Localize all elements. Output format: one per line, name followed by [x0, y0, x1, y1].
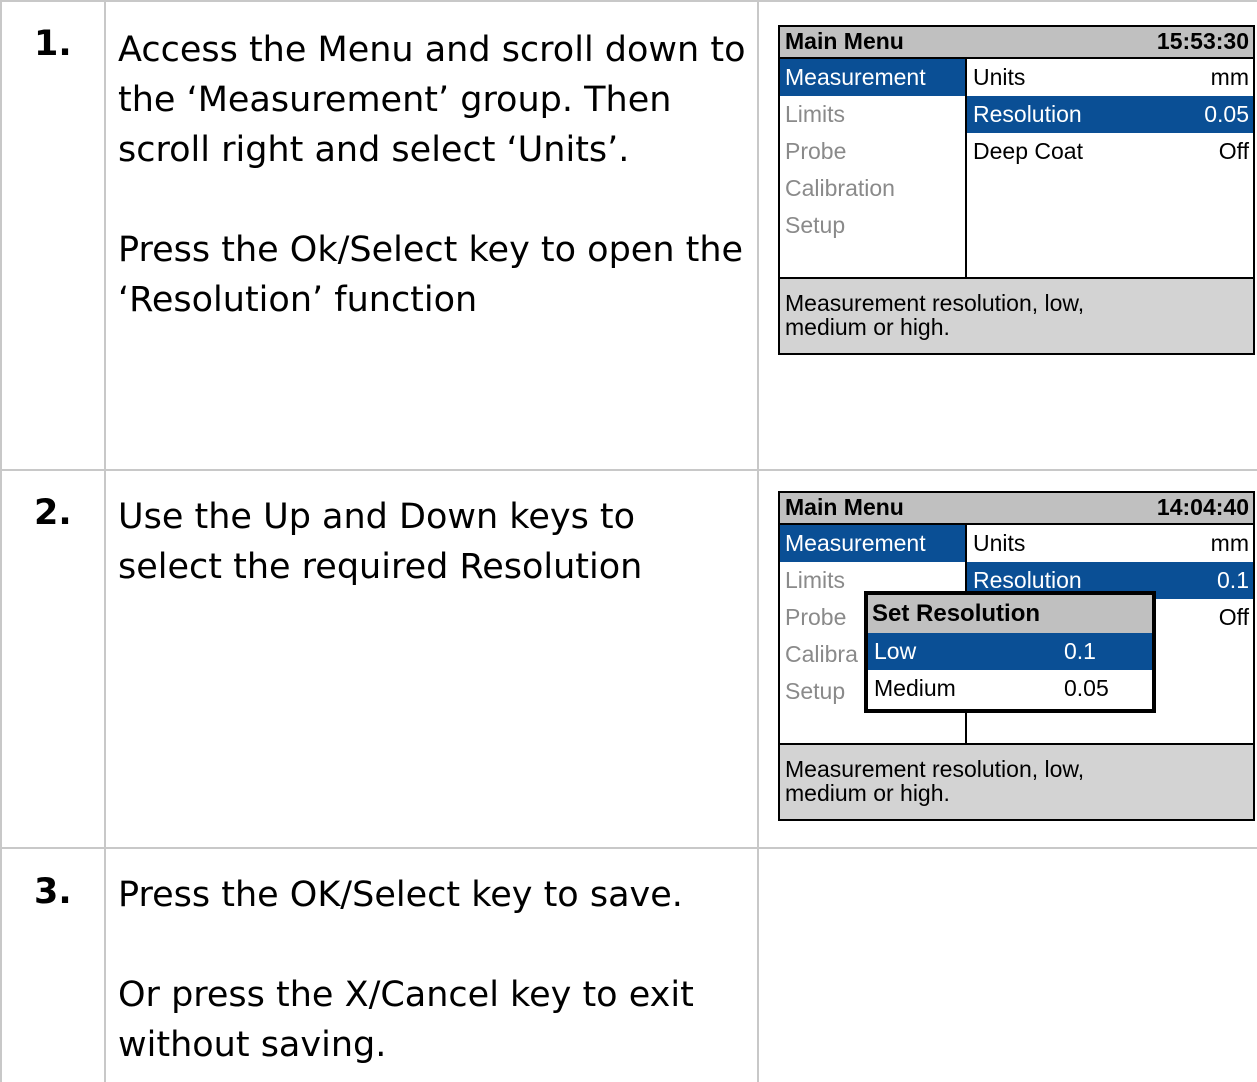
- screen-clock: 14:04:40: [1156, 494, 1249, 520]
- help-text-area: Measurement resolution, low, medium or h…: [780, 743, 1253, 819]
- help-text-line-2: medium or high.: [785, 314, 950, 340]
- menu-item-label: Units: [973, 530, 1026, 556]
- set-resolution-dialog: Set Resolution Low 0.1 Medium 0.05: [864, 591, 1156, 713]
- table-border-row2: [0, 847, 1257, 849]
- step-number-2: 2.: [34, 493, 72, 533]
- step-number-1: 1.: [34, 24, 72, 64]
- step-number-3: 3.: [34, 872, 72, 912]
- table-border-col2: [757, 0, 759, 1082]
- menu-item-label: Resolution: [973, 567, 1082, 593]
- help-text-line-1: Measurement resolution, low,: [785, 290, 1085, 316]
- menu-group-list: Measurement Limits Probe Calibration Set…: [780, 59, 966, 283]
- screen-title-bar: Main Menu 14:04:40: [780, 493, 1253, 525]
- step-1-paragraph-2: Press the Ok/Select key to open the ‘Res…: [118, 230, 744, 320]
- menu-item-label: Resolution: [973, 101, 1082, 127]
- menu-item-value: Off: [1218, 138, 1249, 164]
- option-value: 0.1: [1064, 638, 1096, 664]
- table-border-left: [0, 0, 2, 1082]
- menu-group-calibration[interactable]: Calibration: [780, 170, 966, 207]
- help-text-area: Measurement resolution, low, medium or h…: [780, 277, 1253, 353]
- menu-item-value: mm: [1210, 530, 1249, 556]
- option-label: Medium: [874, 675, 956, 701]
- option-label: Low: [874, 638, 917, 664]
- menu-item-label: Units: [973, 64, 1026, 90]
- step-2-paragraph-1: Use the Up and Down keys to select the r…: [118, 497, 643, 587]
- step-1-text: Access the Menu and scroll down to the ‘…: [118, 25, 746, 325]
- menu-item-value: mm: [1210, 64, 1249, 90]
- menu-item-value: Off: [1218, 604, 1249, 630]
- device-screen-1: Main Menu 15:53:30 Measurement Limits Pr…: [778, 25, 1255, 355]
- step-1-paragraph-1: Access the Menu and scroll down to the ‘…: [118, 30, 746, 170]
- step-3-text: Press the OK/Select key to save. Or pres…: [118, 870, 746, 1070]
- table-border-row1: [0, 469, 1257, 471]
- resolution-option-medium[interactable]: Medium 0.05: [868, 670, 1152, 707]
- dialog-title: Set Resolution: [868, 595, 1152, 633]
- device-screen-2: Main Menu 14:04:40 Measurement Limits Pr…: [778, 491, 1255, 821]
- step-3-paragraph-1: Press the OK/Select key to save.: [118, 875, 683, 915]
- menu-group-limits[interactable]: Limits: [780, 96, 966, 133]
- menu-group-setup[interactable]: Setup: [780, 207, 966, 244]
- screen-title-bar: Main Menu 15:53:30: [780, 27, 1253, 59]
- menu-group-measurement[interactable]: Measurement: [780, 59, 966, 96]
- help-text-line-2: medium or high.: [785, 780, 950, 806]
- menu-group-measurement[interactable]: Measurement: [780, 525, 966, 562]
- step-2-text: Use the Up and Down keys to select the r…: [118, 492, 746, 592]
- screen-title: Main Menu: [785, 494, 904, 520]
- menu-item-units[interactable]: Units mm: [967, 525, 1253, 562]
- screen-title: Main Menu: [785, 28, 904, 54]
- table-border-col1: [104, 0, 106, 1082]
- menu-item-label: Deep Coat: [973, 138, 1083, 164]
- menu-item-units[interactable]: Units mm: [967, 59, 1253, 96]
- menu-item-deep-coat[interactable]: Deep Coat Off: [967, 133, 1253, 170]
- table-border-top: [0, 0, 1257, 2]
- menu-item-resolution[interactable]: Resolution 0.05: [967, 96, 1253, 133]
- help-text-line-1: Measurement resolution, low,: [785, 756, 1085, 782]
- menu-item-value: 0.1: [1217, 567, 1249, 593]
- resolution-option-low[interactable]: Low 0.1: [868, 633, 1152, 670]
- screen-clock: 15:53:30: [1156, 28, 1249, 54]
- menu-group-probe[interactable]: Probe: [780, 133, 966, 170]
- step-3-paragraph-2: Or press the X/Cancel key to exit withou…: [118, 975, 694, 1065]
- option-value: 0.05: [1064, 675, 1109, 701]
- menu-item-value: 0.05: [1204, 101, 1249, 127]
